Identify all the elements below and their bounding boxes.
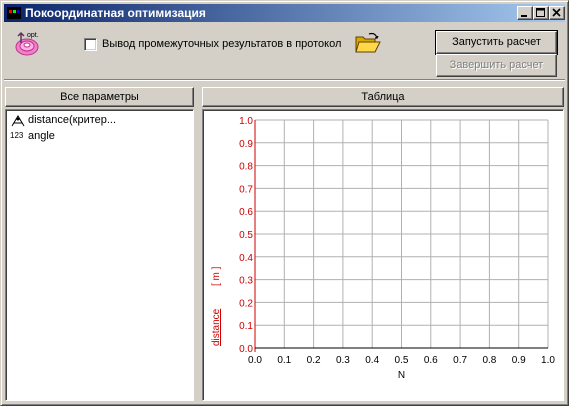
log-checkbox[interactable]: [84, 38, 97, 51]
y-tick-label: 0.3: [239, 276, 253, 287]
app-icon: [7, 7, 21, 19]
chart-panel: 0.0 0.1 0.2 0.3 0.4 0.5 0.6 0.7 0.8 0.9 1.0 0.0 0.1 0…: [202, 109, 564, 401]
y-tick-label: 0.8: [239, 162, 253, 173]
distance-criterion-icon: [10, 114, 26, 128]
optimization-window: Покоординатная оптимизация opt. Вывод пр…: [0, 0, 569, 406]
restore-button[interactable]: [533, 6, 549, 20]
optimization-icon: opt.: [13, 29, 43, 57]
x-tick-label: 0.2: [307, 355, 321, 366]
minimize-icon: [521, 15, 527, 17]
close-icon: [552, 8, 561, 17]
run-calculation-button[interactable]: Запустить расчет: [435, 30, 558, 55]
tab-all-parameters[interactable]: Все параметры: [5, 87, 194, 107]
opt-icon-label: opt.: [27, 32, 39, 39]
y-tick-label: 0.0: [239, 344, 253, 355]
log-checkbox-label[interactable]: Вывод промежуточных результатов в проток…: [102, 38, 341, 50]
parameters-list[interactable]: distance(критер... 123 angle: [5, 109, 194, 401]
parameter-label: angle: [28, 130, 55, 142]
x-tick-label: 0.5: [395, 355, 409, 366]
y-tick-label: 0.7: [239, 184, 253, 195]
tab-table[interactable]: Таблица: [202, 87, 564, 107]
y-tick-label: 1.0: [239, 116, 253, 127]
restore-icon: [536, 8, 545, 17]
y-tick-label: 0.5: [239, 230, 253, 241]
minimize-button[interactable]: [517, 6, 533, 20]
x-tick-label: 0.4: [365, 355, 379, 366]
y-tick-label: 0.9: [239, 139, 253, 150]
chart: 0.0 0.1 0.2 0.3 0.4 0.5 0.6 0.7 0.8 0.9 1.0 0.0 0.1 0…: [211, 116, 555, 381]
x-tick-label: 0.3: [336, 355, 350, 366]
x-axis-label: N: [398, 370, 405, 381]
y-axis-unit: [ m ]: [211, 266, 222, 286]
stop-calculation-button[interactable]: Завершить расчет: [436, 54, 557, 77]
separator: [4, 79, 565, 81]
x-tick-label: 1.0: [541, 355, 555, 366]
title-bar[interactable]: Покоординатная оптимизация: [4, 4, 565, 22]
numeric-123-icon: 123: [10, 131, 24, 140]
x-tick-label: 0.6: [424, 355, 438, 366]
y-axis-label: distance: [211, 308, 222, 346]
y-tick-label: 0.6: [239, 207, 253, 218]
parameter-label: distance(критер...: [28, 114, 117, 126]
x-tick-label: 0.7: [453, 355, 467, 366]
x-tick-label: 0.8: [482, 355, 496, 366]
x-tick-label: 0.0: [248, 355, 262, 366]
y-tick-label: 0.1: [239, 321, 253, 332]
open-folder-icon[interactable]: [355, 32, 381, 54]
close-button[interactable]: [549, 6, 565, 20]
y-tick-label: 0.4: [239, 253, 253, 264]
window-title: Покоординатная оптимизация: [25, 6, 206, 20]
x-tick-label: 0.9: [512, 355, 526, 366]
y-tick-label: 0.2: [239, 298, 253, 309]
x-tick-label: 0.1: [277, 355, 291, 366]
